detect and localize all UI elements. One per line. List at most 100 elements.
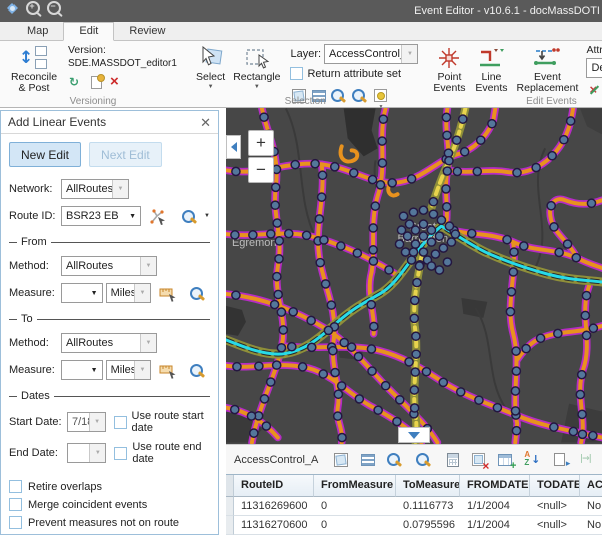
- select-measure-on-map-icon[interactable]: [159, 285, 177, 302]
- column-header[interactable]: FROMDATE: [460, 475, 530, 497]
- versioning-group: ↕ Reconcile & Post Version: SDE.MASSDOT_…: [0, 41, 186, 107]
- start-date-select[interactable]: 7/18/ ▼: [67, 412, 106, 432]
- retire-overlaps-checkbox[interactable]: [9, 480, 22, 493]
- delete-version-icon[interactable]: [107, 74, 125, 92]
- clear-selection-icon[interactable]: [472, 453, 485, 466]
- column-header[interactable]: ToMeasure: [396, 475, 460, 497]
- line-events-button[interactable]: Line Events: [471, 44, 511, 95]
- zoom-to-route-icon[interactable]: [181, 208, 199, 225]
- chevron-down-icon[interactable]: ▼: [204, 213, 210, 219]
- to-method-label: Method:: [9, 337, 61, 349]
- point-events-button[interactable]: Point Events: [429, 44, 469, 95]
- close-icon[interactable]: ✕: [200, 116, 211, 129]
- cell[interactable]: 11316269600: [234, 497, 314, 516]
- table-row: 1131627060000.07955961/1/2004<null>No: [226, 516, 602, 535]
- pan-icon[interactable]: [4, 0, 21, 17]
- selection-group-label: Selection: [188, 96, 422, 107]
- new-edit-button[interactable]: New Edit: [9, 142, 81, 167]
- from-units-select[interactable]: Miles ▼: [106, 283, 151, 303]
- cell[interactable]: <null>: [530, 516, 580, 535]
- zoom-selected-icon[interactable]: [386, 451, 404, 469]
- rectangle-tool-button[interactable]: Rectangle ▼: [230, 44, 283, 91]
- select-tool-button[interactable]: Select ▼: [193, 44, 228, 91]
- selection-list-icon[interactable]: [361, 454, 375, 466]
- select-polygon-icon[interactable]: [334, 453, 348, 467]
- chevron-down-icon[interactable]: ▼: [87, 367, 102, 374]
- cell[interactable]: 0.0795596: [396, 516, 460, 535]
- versioning-tools: [68, 74, 182, 92]
- cell[interactable]: No: [580, 497, 602, 516]
- tab-review[interactable]: Review: [114, 23, 180, 40]
- reconcile-post-label: Reconcile & Post: [8, 72, 60, 94]
- from-measure-label: Measure:: [9, 287, 61, 299]
- zoom-out-icon[interactable]: −: [46, 0, 63, 17]
- column-header[interactable]: TODATE: [530, 475, 580, 497]
- expand-table-button[interactable]: [398, 427, 430, 443]
- cell[interactable]: 11316270600: [234, 516, 314, 535]
- map-zoom-out-button[interactable]: −: [248, 157, 274, 183]
- network-select[interactable]: AllRoutes ▼: [61, 179, 129, 199]
- prevent-measures-checkbox[interactable]: [9, 516, 22, 529]
- column-header[interactable]: ACCESS: [580, 475, 602, 497]
- map-view[interactable]: + − EgremontGreatBarrington: [226, 108, 602, 444]
- select-measure-on-map-icon[interactable]: [159, 362, 177, 379]
- zoom-to-from-measure-icon[interactable]: [189, 285, 207, 302]
- cell[interactable]: 0: [314, 516, 396, 535]
- to-measure-combo[interactable]: ▼: [61, 360, 103, 380]
- cell[interactable]: 1/1/2004: [460, 497, 530, 516]
- end-date-label: End Date:: [9, 447, 67, 459]
- merge-coincident-events-checkbox[interactable]: [9, 498, 22, 511]
- cell[interactable]: No: [580, 516, 602, 535]
- row-selector[interactable]: [226, 516, 234, 535]
- measure-split-icon[interactable]: [576, 451, 594, 469]
- use-route-end-date-checkbox[interactable]: [114, 447, 127, 460]
- to-units-select[interactable]: Miles ▼: [106, 360, 151, 380]
- row-selector[interactable]: [226, 475, 234, 497]
- layer-label: Layer:: [290, 48, 321, 60]
- chevron-down-icon[interactable]: ▼: [125, 213, 140, 220]
- cell[interactable]: 1/1/2004: [460, 516, 530, 535]
- zoom-to-to-measure-icon[interactable]: [189, 362, 207, 379]
- zoom-next-selected-icon[interactable]: [415, 451, 433, 469]
- calculator-icon[interactable]: [447, 453, 459, 467]
- map-canvas: EgremontGreatBarrington: [226, 108, 602, 444]
- rectangle-tool-icon: [244, 45, 270, 71]
- edit-events-group: Point Events Line Events: [424, 41, 602, 107]
- map-and-table: + − EgremontGreatBarrington AccessContro…: [226, 108, 602, 535]
- sort-icon[interactable]: ↓: [523, 451, 541, 469]
- layer-select[interactable]: AccessControl_A ▼: [324, 44, 418, 64]
- collapse-panel-button[interactable]: [226, 135, 241, 159]
- end-date-select[interactable]: ▼: [67, 443, 106, 463]
- new-version-icon[interactable]: [91, 76, 102, 89]
- chevron-down-icon[interactable]: ▼: [401, 45, 417, 63]
- tab-map[interactable]: Map: [12, 23, 63, 40]
- column-header[interactable]: RouteID: [234, 475, 314, 497]
- attribute-set-label: Attribute Set:: [586, 44, 602, 57]
- to-method-select[interactable]: AllRoutes ▼: [61, 333, 157, 353]
- route-id-combo[interactable]: BSR23 EB ▼: [61, 206, 141, 226]
- table-row: 1131626960000.11167731/1/2004<null>No: [226, 497, 602, 516]
- svg-text:Egremont: Egremont: [232, 237, 280, 249]
- reconcile-post-button[interactable]: ↕ Reconcile & Post: [5, 44, 63, 95]
- zoom-in-icon[interactable]: +: [25, 0, 42, 17]
- add-record-icon[interactable]: [498, 454, 512, 466]
- attribute-set-select[interactable]: Default ▼: [586, 58, 602, 78]
- from-measure-combo[interactable]: ▼: [61, 283, 103, 303]
- return-attribute-set-checkbox[interactable]: [290, 67, 303, 80]
- cell[interactable]: <null>: [530, 497, 580, 516]
- main-area: Add Linear Events ✕ New Edit Next Edit N…: [0, 108, 602, 535]
- tab-edit[interactable]: Edit: [63, 22, 114, 41]
- from-method-select[interactable]: AllRoutes ▼: [61, 256, 157, 276]
- reconcile-refresh-icon[interactable]: [68, 74, 86, 92]
- chevron-down-icon[interactable]: ▼: [87, 290, 102, 297]
- cell[interactable]: 0.1116773: [396, 497, 460, 516]
- map-zoom-in-button[interactable]: +: [248, 130, 274, 156]
- use-route-start-date-checkbox[interactable]: [114, 416, 127, 429]
- select-route-on-map-icon[interactable]: [149, 208, 167, 225]
- identify-icon[interactable]: [554, 453, 565, 466]
- row-selector[interactable]: [226, 497, 234, 516]
- column-header[interactable]: FromMeasure: [314, 475, 396, 497]
- cell[interactable]: 0: [314, 497, 396, 516]
- select-tool-icon: [198, 45, 224, 71]
- event-replacement-button[interactable]: Event Replacement: [513, 44, 581, 95]
